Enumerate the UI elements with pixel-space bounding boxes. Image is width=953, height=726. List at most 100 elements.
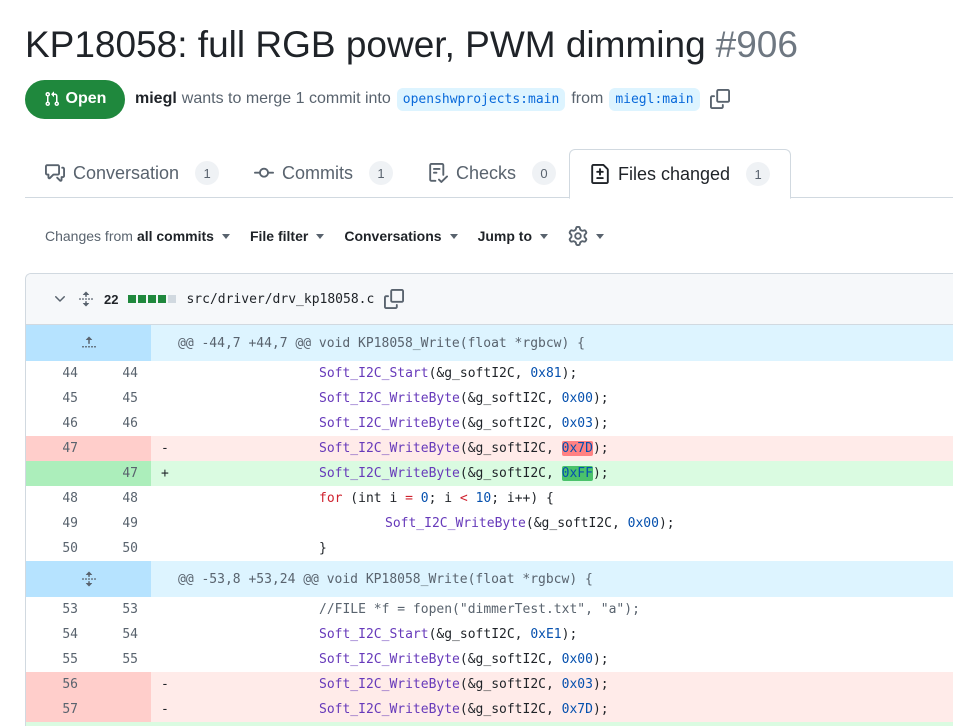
function-name: Soft_I2C_WriteByte bbox=[319, 652, 460, 667]
tab-commits-label: Commits bbox=[282, 162, 353, 183]
code-operator: = bbox=[405, 491, 413, 506]
new-line-number[interactable]: 44 bbox=[78, 366, 138, 381]
chevron-down-icon bbox=[449, 233, 458, 239]
code-line: for (int i = 0; i < 10; i++) { bbox=[181, 491, 554, 506]
code-line: Soft_I2C_WriteByte(&g_softI2C, 0x7D); bbox=[181, 441, 609, 456]
changes-from-dropdown[interactable]: Changes from all commits bbox=[45, 228, 230, 244]
diff-toolbar: Changes from all commits File filter Con… bbox=[45, 222, 605, 250]
diff-settings-dropdown[interactable] bbox=[568, 226, 605, 246]
code-end: ); bbox=[592, 677, 609, 692]
old-line-number[interactable]: 53 bbox=[26, 602, 78, 617]
tab-checks[interactable]: Checks 0 bbox=[428, 149, 557, 197]
code-number: 0 bbox=[420, 491, 429, 506]
head-branch[interactable]: miegl:main bbox=[609, 87, 700, 111]
old-line-number[interactable]: 46 bbox=[26, 416, 78, 431]
tab-files-changed-label: Files changed bbox=[618, 163, 731, 184]
code-args: (&g_softI2C, bbox=[428, 627, 531, 642]
file-diff-icon bbox=[591, 164, 609, 184]
code-end: ); bbox=[592, 441, 609, 456]
diffstat-block-added bbox=[148, 295, 157, 303]
code-operator: < bbox=[459, 491, 468, 506]
commit-icon bbox=[254, 167, 274, 178]
merge-text: wants to merge 1 commit into bbox=[181, 90, 391, 107]
tab-commits[interactable]: Commits 1 bbox=[254, 149, 393, 197]
tab-files-changed[interactable]: Files changed 1 bbox=[569, 149, 792, 199]
old-line-number[interactable]: 49 bbox=[26, 516, 78, 531]
new-line-number[interactable]: 47 bbox=[78, 466, 138, 481]
old-line-number[interactable]: 56 bbox=[26, 677, 78, 692]
function-name: Soft_I2C_Start bbox=[319, 366, 429, 381]
code-line: Soft_I2C_WriteByte(&g_softI2C, 0x7D); bbox=[181, 702, 609, 717]
code-number: 0xE1 bbox=[530, 627, 562, 642]
old-line-number[interactable]: 47 bbox=[26, 441, 78, 456]
hunk-text: @@ -53,8 +53,24 @@ void KP18058_Write(fl… bbox=[178, 571, 593, 587]
new-line-number[interactable]: 49 bbox=[78, 516, 138, 531]
old-line-number[interactable]: 44 bbox=[26, 366, 78, 381]
code-text: ; i++) { bbox=[491, 491, 554, 506]
function-name: Soft_I2C_WriteByte bbox=[319, 441, 460, 456]
diff-table: @@ -44,7 +44,7 @@ void KP18058_Write(flo… bbox=[26, 325, 953, 726]
base-branch[interactable]: openshwprojects:main bbox=[396, 87, 566, 111]
code-number: 0x7D bbox=[561, 702, 593, 717]
copy-icon[interactable] bbox=[384, 289, 405, 309]
new-line-number[interactable]: 45 bbox=[78, 391, 138, 406]
diff-line: 55 55 Soft_I2C_WriteByte(&g_softI2C, 0x00… bbox=[26, 647, 953, 672]
diff-line: 54 54 Soft_I2C_Start(&g_softI2C, 0xE1); bbox=[26, 622, 953, 647]
code-end: ); bbox=[592, 466, 609, 481]
copy-icon[interactable] bbox=[709, 89, 730, 109]
code-end: ); bbox=[561, 366, 578, 381]
code-args: (&g_softI2C, bbox=[459, 416, 562, 431]
new-line-number[interactable]: 54 bbox=[78, 627, 138, 642]
new-line-number[interactable]: 50 bbox=[78, 541, 138, 556]
expand-button[interactable] bbox=[26, 561, 151, 597]
diffstat-block-neutral bbox=[168, 295, 177, 303]
old-line-number[interactable]: 48 bbox=[26, 491, 78, 506]
new-line-number[interactable]: 53 bbox=[78, 602, 138, 617]
pr-meta: Open miegl wants to merge 1 commit into … bbox=[25, 79, 730, 119]
code-line: Soft_I2C_WriteByte(&g_softI2C, 0x03); bbox=[181, 416, 609, 431]
new-line-number[interactable]: 55 bbox=[78, 652, 138, 667]
code-args: (&g_softI2C, bbox=[428, 366, 531, 381]
old-line-number[interactable]: 45 bbox=[26, 391, 78, 406]
new-line-number[interactable]: 46 bbox=[78, 416, 138, 431]
new-line-number[interactable]: 48 bbox=[78, 491, 138, 506]
author-link[interactable]: miegl bbox=[135, 90, 177, 108]
hunk-header: @@ -53,8 +53,24 @@ void KP18058_Write(fl… bbox=[26, 561, 953, 597]
diff-line: 49 49 Soft_I2C_WriteByte(&g_softI2C, 0x00… bbox=[26, 511, 953, 536]
code-args: (&g_softI2C, bbox=[459, 466, 562, 481]
function-name: Soft_I2C_Start bbox=[319, 627, 429, 642]
file-filter-dropdown[interactable]: File filter bbox=[249, 228, 325, 244]
hunk-text: @@ -44,7 +44,7 @@ void KP18058_Write(flo… bbox=[178, 335, 585, 351]
old-line-number[interactable]: 50 bbox=[26, 541, 78, 556]
chevron-down-icon[interactable] bbox=[52, 291, 68, 307]
tab-conversation[interactable]: Conversation 1 bbox=[45, 149, 220, 197]
code-args: (&g_softI2C, bbox=[459, 652, 562, 667]
code-number: 0x00 bbox=[561, 391, 593, 406]
conversations-dropdown[interactable]: Conversations bbox=[344, 228, 458, 244]
pr-title: KP18058: full RGB power, PWM dimming bbox=[25, 24, 706, 65]
pr-number: #906 bbox=[715, 24, 798, 65]
code-comment: //FILE *f = fopen("dimmerTest.txt", "a")… bbox=[319, 602, 640, 617]
code-text: ; i bbox=[428, 491, 460, 506]
changes-count: 22 bbox=[104, 291, 119, 307]
code-number-changed: 0x7D bbox=[561, 441, 593, 456]
old-line-number[interactable]: 57 bbox=[26, 702, 78, 717]
from-text: from bbox=[571, 90, 604, 107]
old-line-number[interactable]: 54 bbox=[26, 627, 78, 642]
file-path[interactable]: src/driver/drv_kp18058.c bbox=[186, 292, 374, 307]
unfold-icon[interactable] bbox=[78, 291, 94, 307]
diff-sign: + bbox=[161, 466, 169, 481]
old-line-number[interactable]: 55 bbox=[26, 652, 78, 667]
code-number: 0x81 bbox=[530, 366, 562, 381]
expand-up-button[interactable] bbox=[26, 325, 151, 361]
fold-up-icon bbox=[81, 336, 96, 348]
code-line: Soft_I2C_WriteByte(&g_softI2C, 0x00); bbox=[181, 652, 609, 667]
file-filter-label: File filter bbox=[249, 228, 309, 244]
jump-to-dropdown[interactable]: Jump to bbox=[478, 228, 549, 244]
diff-sign: - bbox=[161, 441, 169, 456]
diff-line-deletion: 56 - Soft_I2C_WriteByte(&g_softI2C, 0x03… bbox=[26, 672, 953, 697]
diffstat-block-added bbox=[128, 295, 137, 303]
diff-line: 46 46 Soft_I2C_WriteByte(&g_softI2C, 0x03… bbox=[26, 411, 953, 436]
hunk-header: @@ -44,7 +44,7 @@ void KP18058_Write(flo… bbox=[26, 325, 953, 361]
diff-line: 44 44 Soft_I2C_Start(&g_softI2C, 0x81); bbox=[26, 361, 953, 386]
